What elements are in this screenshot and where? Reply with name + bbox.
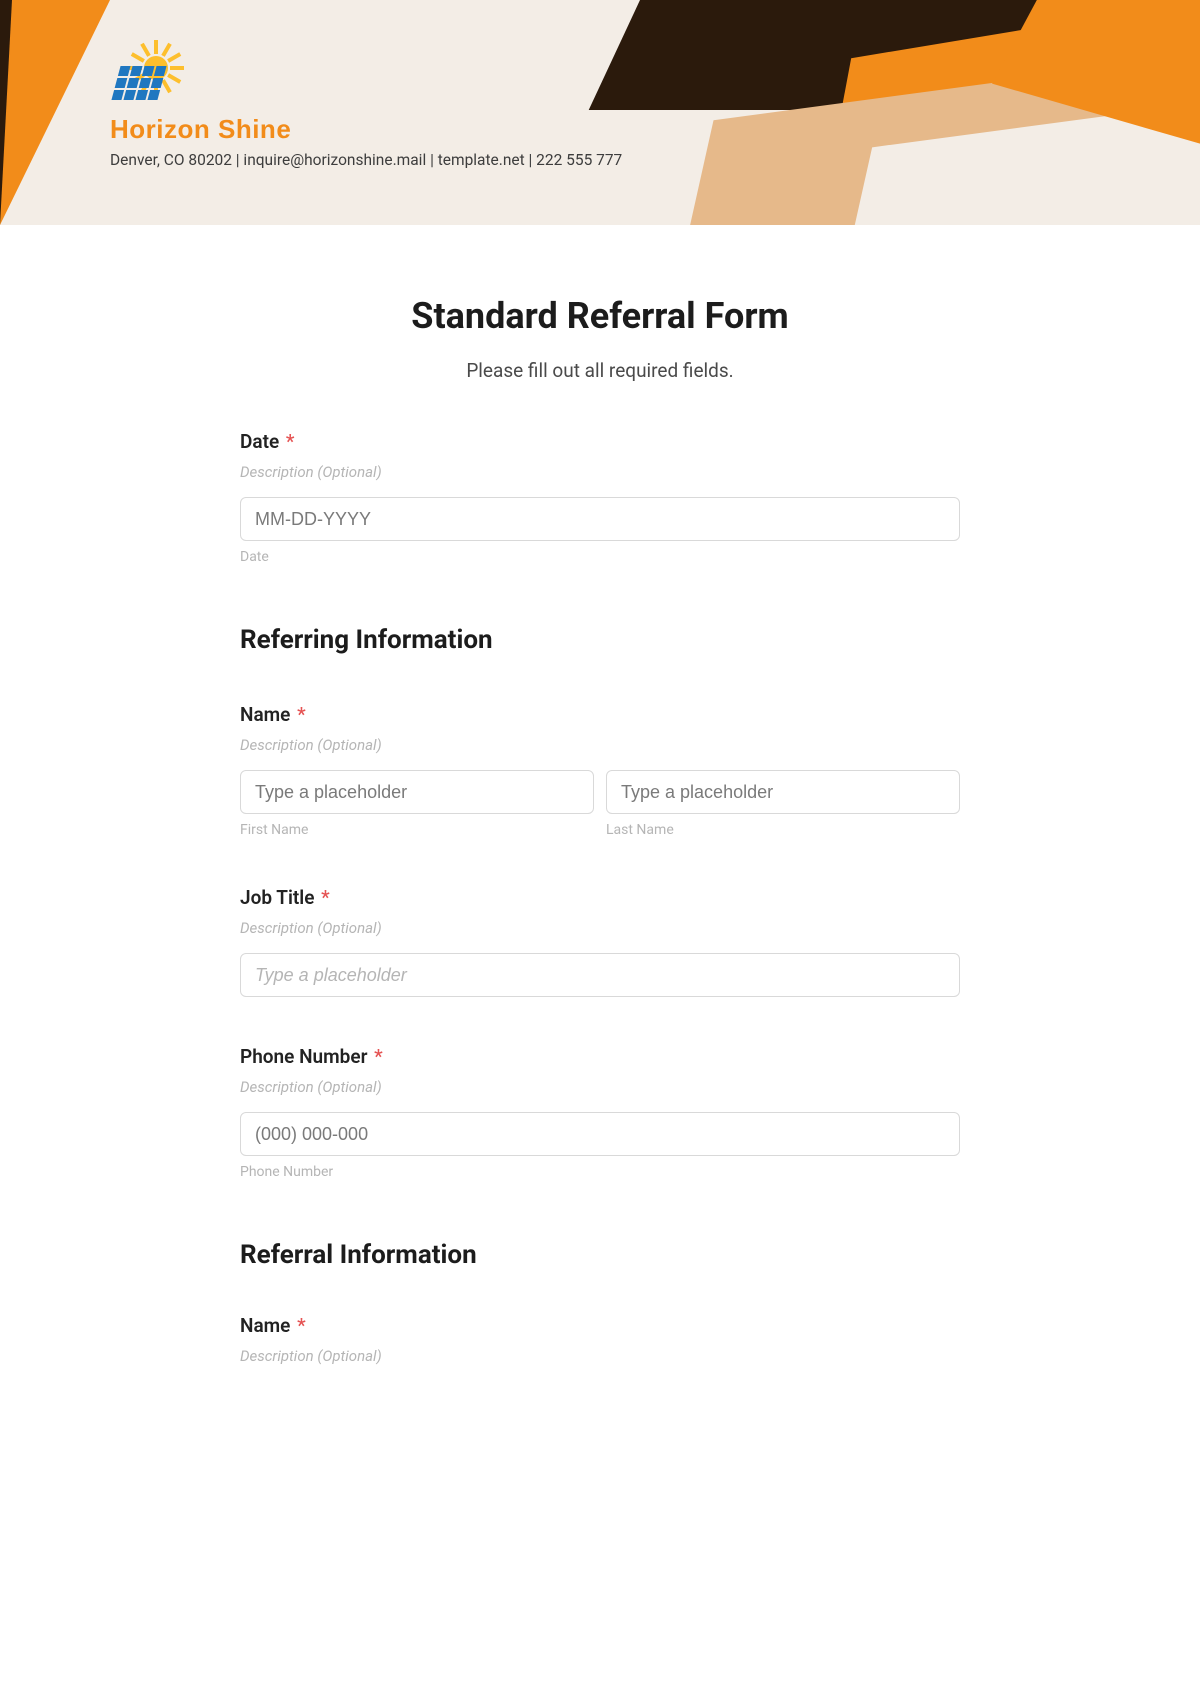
date-desc: Description (Optional): [240, 463, 960, 481]
field-date: Date * Description (Optional) Date: [240, 430, 960, 565]
phone-sublabel: Phone Number: [240, 1164, 960, 1180]
field-name2: Name * Description (Optional): [240, 1314, 960, 1365]
date-input[interactable]: [240, 497, 960, 541]
name2-desc: Description (Optional): [240, 1347, 960, 1365]
last-name-input[interactable]: [606, 770, 960, 814]
name-desc: Description (Optional): [240, 736, 960, 754]
name-label: Name *: [240, 703, 960, 726]
last-name-sublabel: Last Name: [606, 822, 960, 838]
phone-desc: Description (Optional): [240, 1078, 960, 1096]
page-subtitle: Please fill out all required fields.: [240, 359, 960, 382]
name2-label: Name *: [240, 1314, 960, 1337]
date-sublabel: Date: [240, 549, 960, 565]
section-referring: Referring Information: [240, 625, 960, 655]
phone-label: Phone Number *: [240, 1045, 960, 1068]
job-desc: Description (Optional): [240, 919, 960, 937]
section-referral: Referral Information: [240, 1240, 960, 1270]
header-banner: Horizon Shine Denver, CO 80202 | inquire…: [0, 0, 1200, 225]
first-name-sublabel: First Name: [240, 822, 594, 838]
logo-icon: [110, 48, 190, 108]
page-title: Standard Referral Form: [240, 295, 960, 337]
job-label: Job Title *: [240, 886, 960, 909]
phone-input[interactable]: [240, 1112, 960, 1156]
job-title-input[interactable]: [240, 953, 960, 997]
form-content: Standard Referral Form Please fill out a…: [240, 295, 960, 1365]
field-job-title: Job Title * Description (Optional): [240, 886, 960, 997]
field-phone: Phone Number * Description (Optional) Ph…: [240, 1045, 960, 1180]
brand-block: Horizon Shine Denver, CO 80202 | inquire…: [0, 0, 1200, 169]
field-name: Name * Description (Optional) First Name…: [240, 703, 960, 838]
brand-name: Horizon Shine: [110, 114, 1200, 145]
date-label: Date *: [240, 430, 960, 453]
first-name-input[interactable]: [240, 770, 594, 814]
brand-subline: Denver, CO 80202 | inquire@horizonshine.…: [110, 151, 1200, 169]
